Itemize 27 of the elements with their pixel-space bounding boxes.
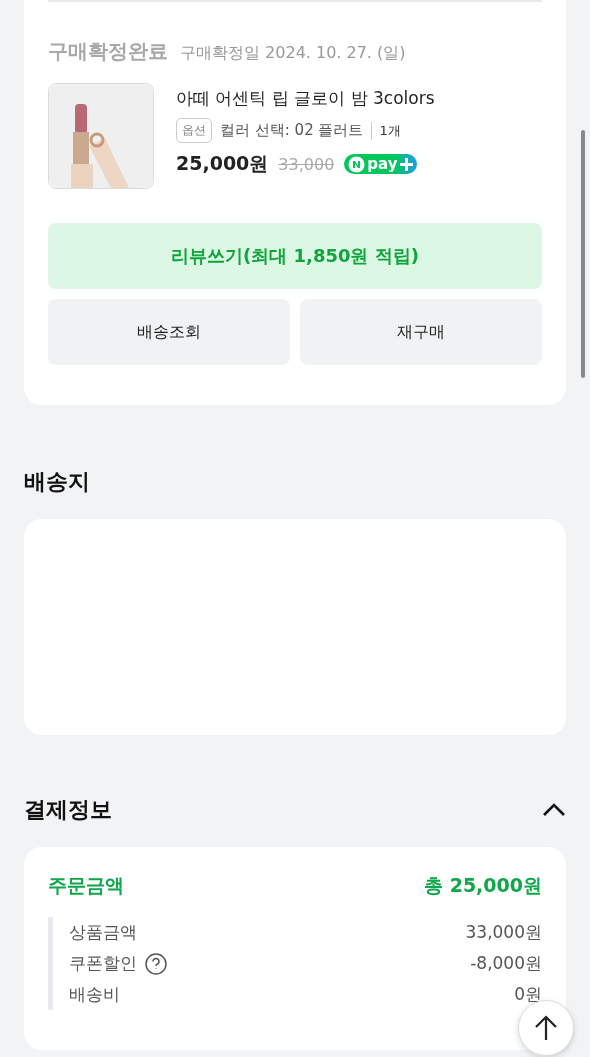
order-action-button[interactable]: 재구매 xyxy=(300,299,542,365)
payment-label: 쿠폰할인 xyxy=(69,952,137,975)
payment-label: 상품금액 xyxy=(69,921,137,944)
option-tag: 옵션 xyxy=(176,118,212,143)
n-logo-icon xyxy=(348,155,366,173)
product-option: 컬러 선택: 02 플러트 xyxy=(220,121,364,140)
npay-label: pay xyxy=(367,155,398,173)
original-price: 33,000 xyxy=(278,154,335,174)
payment-value: -8,000원 xyxy=(470,952,542,975)
section-title: 배송지 xyxy=(24,468,90,496)
payment-label: 배송비 xyxy=(69,983,120,1006)
quantity: 1개 xyxy=(371,121,401,140)
total-label: 주문금액 xyxy=(48,873,124,898)
help-icon[interactable] xyxy=(145,952,167,975)
arrow-up-icon xyxy=(534,1015,558,1041)
sale-price: 25,000원 xyxy=(176,151,269,176)
scroll-top-button[interactable] xyxy=(518,1000,574,1056)
chevron-up-icon[interactable] xyxy=(542,803,566,817)
plus-icon xyxy=(399,157,413,171)
order-action-button[interactable]: 배송조회 xyxy=(48,299,290,365)
product-name: 아떼 어센틱 립 글로이 밤 3colors xyxy=(176,87,435,110)
payment-value: 0원 xyxy=(514,983,542,1006)
order-status: 구매확정완료 xyxy=(48,38,168,65)
payment-value: 33,000원 xyxy=(465,921,542,944)
section-title: 결제정보 xyxy=(24,796,112,824)
confirm-date: 구매확정일 2024. 10. 27. (일) xyxy=(180,43,406,64)
total-amount: 총 25,000원 xyxy=(424,873,542,898)
